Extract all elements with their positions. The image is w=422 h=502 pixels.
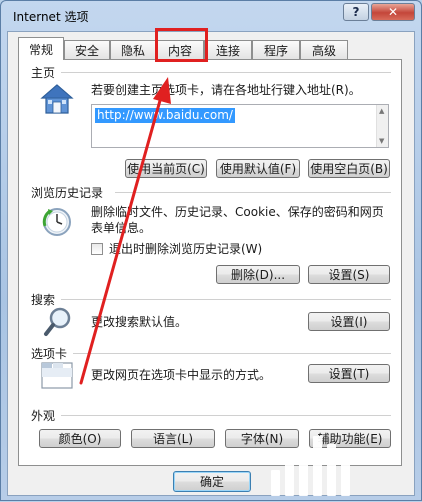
tabbed-browsing-icon xyxy=(41,360,73,393)
content-tab-highlight xyxy=(155,28,208,62)
homepage-instruction: 若要创建主页选项卡，请在各地址行键入地址(R)。 xyxy=(91,83,361,97)
appearance-divider xyxy=(61,415,391,416)
history-section-label: 浏览历史记录 xyxy=(31,186,104,200)
window-title: Internet 选项 xyxy=(13,10,89,24)
history-settings-button[interactable]: 设置(S) xyxy=(308,265,390,284)
use-current-button[interactable]: 使用当前页(C) xyxy=(125,159,207,178)
colors-button[interactable]: 颜色(O) xyxy=(39,429,121,448)
use-default-button[interactable]: 使用默认值(F) xyxy=(216,159,300,178)
delete-on-exit-checkbox[interactable] xyxy=(91,243,103,255)
languages-button[interactable]: 语言(L) xyxy=(131,429,215,448)
magnifier-icon xyxy=(43,306,73,341)
tab-connections[interactable]: 连接 xyxy=(204,40,252,59)
tabs-description: 更改网页在选项卡中显示的方式。 xyxy=(91,368,272,382)
help-button[interactable]: ? xyxy=(343,3,369,21)
tab-security[interactable]: 安全 xyxy=(64,40,110,59)
history-description-line2: 表单信息。 xyxy=(91,221,152,235)
ok-button[interactable]: 确定 xyxy=(173,471,251,492)
homepage-url-field[interactable]: http://www.baidu.com/ ▲ ▼ xyxy=(91,104,389,148)
close-button[interactable]: ✕ xyxy=(371,3,415,21)
search-description: 更改搜索默认值。 xyxy=(91,315,188,329)
tabs-settings-button[interactable]: 设置(T) xyxy=(308,364,390,383)
homepage-url-text: http://www.baidu.com/ xyxy=(95,108,235,123)
internet-options-window: Internet 选项 ? ✕ 常规 安全 隐私 内容 连接 程序 高级 主页 xyxy=(0,0,422,501)
dialog-client-area: 常规 安全 隐私 内容 连接 程序 高级 主页 若要创建主页选项卡，请在各地址行 xyxy=(7,31,415,496)
delete-on-exit-label[interactable]: 退出时删除浏览历史记录(W) xyxy=(109,241,262,257)
scroll-up-icon[interactable]: ▲ xyxy=(379,107,384,115)
tab-programs[interactable]: 程序 xyxy=(252,40,300,59)
home-icon xyxy=(39,82,75,121)
homepage-divider xyxy=(61,72,391,73)
appearance-section-label: 外观 xyxy=(31,409,56,423)
title-bar[interactable]: Internet 选项 ? ✕ xyxy=(1,1,421,31)
use-blank-button[interactable]: 使用空白页(B) xyxy=(308,159,390,178)
general-tab-panel: 主页 若要创建主页选项卡，请在各地址行键入地址(R)。 http://www.b… xyxy=(18,59,402,466)
scroll-down-icon[interactable]: ▼ xyxy=(379,137,384,145)
tab-advanced[interactable]: 高级 xyxy=(300,40,348,59)
tab-general[interactable]: 常规 xyxy=(18,37,64,60)
delete-history-button[interactable]: 删除(D)... xyxy=(216,265,300,284)
history-description-line1: 删除临时文件、历史记录、Cookie、保存的密码和网页 xyxy=(91,205,384,219)
homepage-section-label: 主页 xyxy=(31,66,56,80)
search-settings-button[interactable]: 设置(I) xyxy=(308,312,390,331)
history-clock-icon xyxy=(41,206,73,241)
url-scrollbar[interactable]: ▲ ▼ xyxy=(376,105,388,147)
search-divider xyxy=(61,299,391,300)
tabs-divider xyxy=(73,353,391,354)
watermark-logo xyxy=(263,428,422,502)
history-divider xyxy=(115,192,391,193)
tab-privacy[interactable]: 隐私 xyxy=(110,40,156,59)
